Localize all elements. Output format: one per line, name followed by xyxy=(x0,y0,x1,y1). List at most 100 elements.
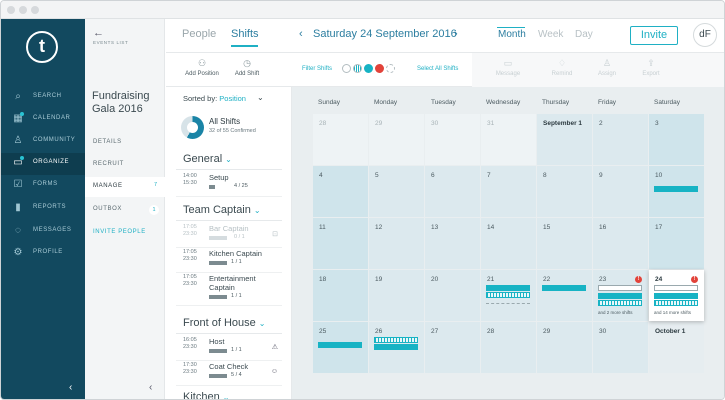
window-close-dot[interactable] xyxy=(7,6,15,14)
day-cell[interactable]: 13 xyxy=(425,218,480,269)
day-cell[interactable]: 17 xyxy=(649,218,704,269)
event-menu-details[interactable]: Details xyxy=(85,133,165,153)
day-cell[interactable]: 19 xyxy=(369,270,424,321)
day-cell[interactable]: 18 xyxy=(313,270,368,321)
day-cell[interactable]: 28 xyxy=(313,114,368,165)
view-week[interactable]: Week xyxy=(538,29,563,40)
day-cell[interactable]: 22 xyxy=(537,270,592,321)
shift-bar-full[interactable] xyxy=(654,186,698,192)
filter-full-circle[interactable] xyxy=(364,64,373,73)
sort-control[interactable]: Sorted by: Position xyxy=(183,94,246,103)
shift-row[interactable]: 16:05 23:30 Host 1 / 1 ⚠ xyxy=(176,337,282,361)
shift-bar-full[interactable] xyxy=(486,285,530,291)
chevron-down-icon[interactable]: ⌄ xyxy=(257,93,264,102)
day-cell[interactable]: 14 xyxy=(481,218,536,269)
day-cell[interactable]: 7 xyxy=(481,166,536,217)
view-day[interactable]: Day xyxy=(575,29,593,40)
shift-row[interactable]: 17:05 23:30 Kitchen Captain 1 / 1 xyxy=(176,249,282,273)
day-cell[interactable]: 28 xyxy=(481,322,536,373)
shift-bar-full[interactable] xyxy=(598,293,642,299)
nav-item-profile[interactable]: ⚙ Profile xyxy=(1,243,85,265)
shift-row[interactable]: 17:30 23:30 Coat Check 5 / 4 ☺ xyxy=(176,362,282,386)
shift-bar-outline[interactable] xyxy=(654,285,698,291)
group-general[interactable]: General ⌄ xyxy=(183,153,232,165)
more-shifts-link[interactable]: and 2 more shifts xyxy=(598,310,633,315)
shift-bar-partial[interactable] xyxy=(598,300,642,306)
shift-bar-full[interactable] xyxy=(654,293,698,299)
day-cell[interactable]: September 1 xyxy=(537,114,592,165)
shift-bar-full[interactable] xyxy=(374,344,418,350)
shift-bar-partial[interactable] xyxy=(654,300,698,306)
day-cell[interactable]: 12 xyxy=(369,218,424,269)
event-menu-recruit[interactable]: Recruit xyxy=(85,155,165,175)
shift-bar-empty[interactable] xyxy=(486,303,530,304)
group-kitchen[interactable]: Kitchen ⌄ xyxy=(183,391,229,399)
day-cell-today[interactable]: 24 ! and 14 more shifts xyxy=(649,270,704,321)
shift-bar-outline[interactable] xyxy=(598,285,642,291)
add-position-button[interactable]: ⚇ Add Position xyxy=(180,57,224,77)
view-month[interactable]: Month xyxy=(498,29,526,40)
invite-button[interactable]: Invite xyxy=(630,26,678,45)
event-menu-outbox[interactable]: Outbox 1 xyxy=(85,200,165,220)
nav-item-community[interactable]: ♙ Community xyxy=(1,131,85,153)
avatar[interactable]: dF xyxy=(693,23,717,47)
day-cell[interactable]: 20 xyxy=(425,270,480,321)
day-cell[interactable]: 27 xyxy=(425,322,480,373)
day-cell[interactable]: 21 xyxy=(481,270,536,321)
nav-item-messages[interactable]: ◌ Messages xyxy=(1,221,85,243)
events-list-link[interactable]: Events List xyxy=(93,40,128,45)
shift-bar-full[interactable] xyxy=(318,342,362,348)
day-cell[interactable]: 26 xyxy=(369,322,424,373)
nav-item-reports[interactable]: ▮ Reports xyxy=(1,198,85,220)
select-all-shifts-link[interactable]: Select All Shifts xyxy=(417,66,458,72)
day-cell[interactable]: 11 xyxy=(313,218,368,269)
filter-alert-circle[interactable] xyxy=(375,64,384,73)
shift-bar-partial[interactable] xyxy=(374,337,418,343)
day-cell[interactable]: 5 xyxy=(369,166,424,217)
day-cell[interactable]: 4 xyxy=(313,166,368,217)
day-cell[interactable]: 3 xyxy=(649,114,704,165)
shift-bar-partial[interactable] xyxy=(486,292,530,298)
back-arrow-icon[interactable]: ← xyxy=(93,27,104,39)
collapse-panel-icon[interactable]: ‹ xyxy=(149,382,152,393)
day-cell[interactable]: 2 xyxy=(593,114,648,165)
day-cell[interactable]: 30 xyxy=(425,114,480,165)
filter-empty-circle[interactable] xyxy=(386,64,395,73)
window-zoom-dot[interactable] xyxy=(31,6,39,14)
day-cell[interactable]: October 1 xyxy=(649,322,704,373)
day-cell[interactable]: 31 xyxy=(481,114,536,165)
day-cell[interactable]: 16 xyxy=(593,218,648,269)
next-date-button[interactable]: › xyxy=(454,28,458,40)
filter-all-circle[interactable] xyxy=(342,64,351,73)
prev-date-button[interactable]: ‹ xyxy=(299,28,303,40)
tab-shifts[interactable]: Shifts xyxy=(231,28,259,40)
tab-people[interactable]: People xyxy=(182,28,216,40)
day-cell[interactable]: 6 xyxy=(425,166,480,217)
day-cell[interactable]: 15 xyxy=(537,218,592,269)
event-menu-manage[interactable]: Manage 7 xyxy=(85,177,165,197)
assign-button[interactable]: ♙ Assign xyxy=(585,57,629,77)
shift-row[interactable]: 14:00 15:30 Setup 4 / 25 xyxy=(176,173,282,197)
day-cell[interactable]: 29 xyxy=(369,114,424,165)
day-cell[interactable]: 25 xyxy=(313,322,368,373)
export-button[interactable]: ⇪ Export xyxy=(629,57,673,77)
window-minimize-dot[interactable] xyxy=(19,6,27,14)
group-team-captain[interactable]: Team Captain ⌄ xyxy=(183,204,261,216)
day-cell[interactable]: 10 xyxy=(649,166,704,217)
nav-item-forms[interactable]: ☑ Forms xyxy=(1,175,85,197)
app-logo[interactable]: t xyxy=(26,31,58,63)
shift-row[interactable]: 17:05 23:30 Entertainment Captain 1 / 1 xyxy=(176,274,282,306)
day-cell[interactable]: 23 ! and 2 more shifts xyxy=(593,270,648,321)
day-cell[interactable]: 29 xyxy=(537,322,592,373)
message-button[interactable]: ▭ Message xyxy=(486,57,530,77)
shift-bar-full[interactable] xyxy=(542,285,586,291)
shift-row[interactable]: 17:05 23:30 Bar Captain 0 / 1 ⊡ xyxy=(176,224,282,248)
day-cell[interactable]: 8 xyxy=(537,166,592,217)
group-front-of-house[interactable]: Front of House ⌄ xyxy=(183,317,265,329)
nav-item-organize[interactable]: ▭ Organize xyxy=(1,153,85,175)
collapse-nav-icon[interactable]: ‹ xyxy=(69,382,72,393)
event-menu-invite-people[interactable]: Invite People xyxy=(85,223,165,243)
remind-button[interactable]: ♢ Remind xyxy=(540,57,584,77)
all-shifts-title[interactable]: All Shifts xyxy=(209,117,240,126)
filter-hatched-circle[interactable] xyxy=(353,64,362,73)
